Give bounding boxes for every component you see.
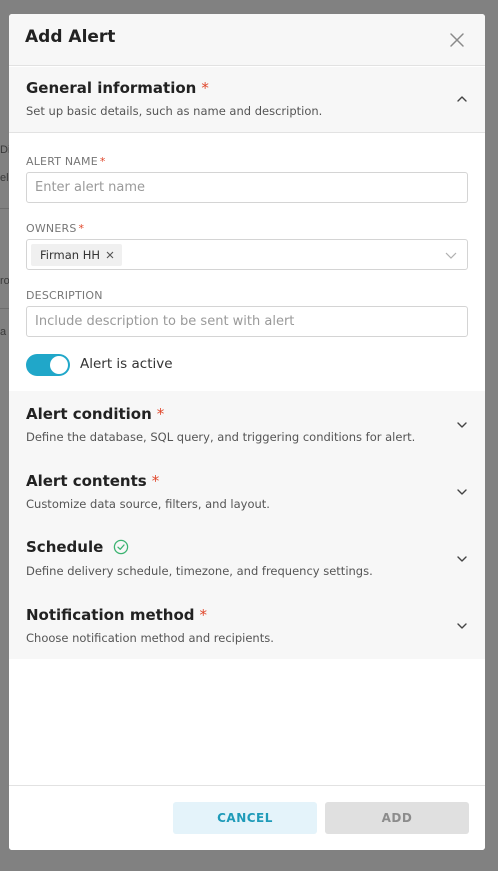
background-divider — [0, 308, 9, 309]
section-title-text: Notification method — [26, 606, 195, 624]
toggle-knob — [50, 356, 68, 374]
owners-select[interactable]: Firman HH — [26, 239, 468, 270]
section-title-text: Schedule — [26, 538, 104, 556]
check-circle-icon — [113, 539, 128, 555]
add-button[interactable]: ADD — [325, 802, 469, 834]
chevron-down-icon[interactable] — [456, 620, 468, 632]
owners-label: OWNERS * — [26, 222, 84, 235]
section-subtitle: Choose notification method and recipient… — [26, 631, 274, 645]
alert-active-toggle[interactable] — [26, 354, 70, 376]
section-schedule[interactable]: Schedule Define delivery schedule, timez… — [9, 525, 485, 592]
section-title-text: Alert contents — [26, 472, 147, 490]
collapsed-sections: Alert condition * Define the database, SQ… — [9, 391, 485, 659]
section-notification-method[interactable]: Notification method * Choose notification… — [9, 592, 485, 659]
chevron-down-icon[interactable] — [456, 419, 468, 431]
section-title-text: General information — [26, 79, 197, 97]
cancel-button[interactable]: CANCEL — [173, 802, 317, 834]
chevron-down-icon[interactable] — [456, 486, 468, 498]
modal-footer: CANCEL ADD — [9, 785, 485, 850]
section-title-text: Alert condition — [26, 405, 152, 423]
chevron-down-icon[interactable] — [456, 553, 468, 565]
required-mark: * — [156, 405, 165, 423]
section-title: General information * — [26, 79, 209, 97]
section-subtitle: Define the database, SQL query, and trig… — [26, 430, 416, 444]
remove-tag-icon[interactable] — [106, 251, 114, 259]
alert-name-label-text: ALERT NAME — [26, 155, 98, 168]
required-mark: * — [199, 606, 208, 624]
alert-name-label: ALERT NAME * — [26, 155, 106, 168]
modal-header: Add Alert — [9, 14, 485, 66]
add-alert-modal: Add Alert General information * Set up ba… — [9, 14, 485, 850]
background-text-fragment: a — [0, 326, 7, 338]
chevron-up-icon[interactable] — [456, 93, 468, 105]
section-title: Notification method * — [26, 606, 207, 624]
required-mark: * — [201, 79, 209, 97]
description-label: DESCRIPTION — [26, 289, 103, 302]
owner-tag: Firman HH — [31, 244, 122, 266]
modal-title: Add Alert — [25, 27, 116, 47]
alert-active-label: Alert is active — [80, 356, 173, 372]
required-mark: * — [78, 222, 85, 235]
section-alert-condition[interactable]: Alert condition * Define the database, SQ… — [9, 391, 485, 458]
close-icon[interactable] — [449, 32, 465, 48]
required-mark: * — [99, 155, 106, 168]
section-title: Alert condition * — [26, 405, 164, 423]
section-title: Alert contents * — [26, 472, 159, 490]
owners-label-text: OWNERS — [26, 222, 77, 235]
section-title: Schedule — [26, 538, 129, 556]
owner-tag-label: Firman HH — [40, 248, 100, 262]
alert-name-input[interactable] — [26, 172, 468, 203]
section-general-header[interactable]: General information * Set up basic detail… — [9, 67, 485, 133]
section-subtitle: Define delivery schedule, timezone, and … — [26, 564, 373, 578]
description-input[interactable] — [26, 306, 468, 337]
section-subtitle: Customize data source, filters, and layo… — [26, 497, 270, 511]
chevron-down-icon[interactable] — [445, 250, 457, 260]
section-subtitle: Set up basic details, such as name and d… — [26, 104, 323, 118]
section-alert-contents[interactable]: Alert contents * Customize data source, f… — [9, 458, 485, 525]
background-divider — [0, 208, 9, 209]
required-mark: * — [151, 472, 160, 490]
